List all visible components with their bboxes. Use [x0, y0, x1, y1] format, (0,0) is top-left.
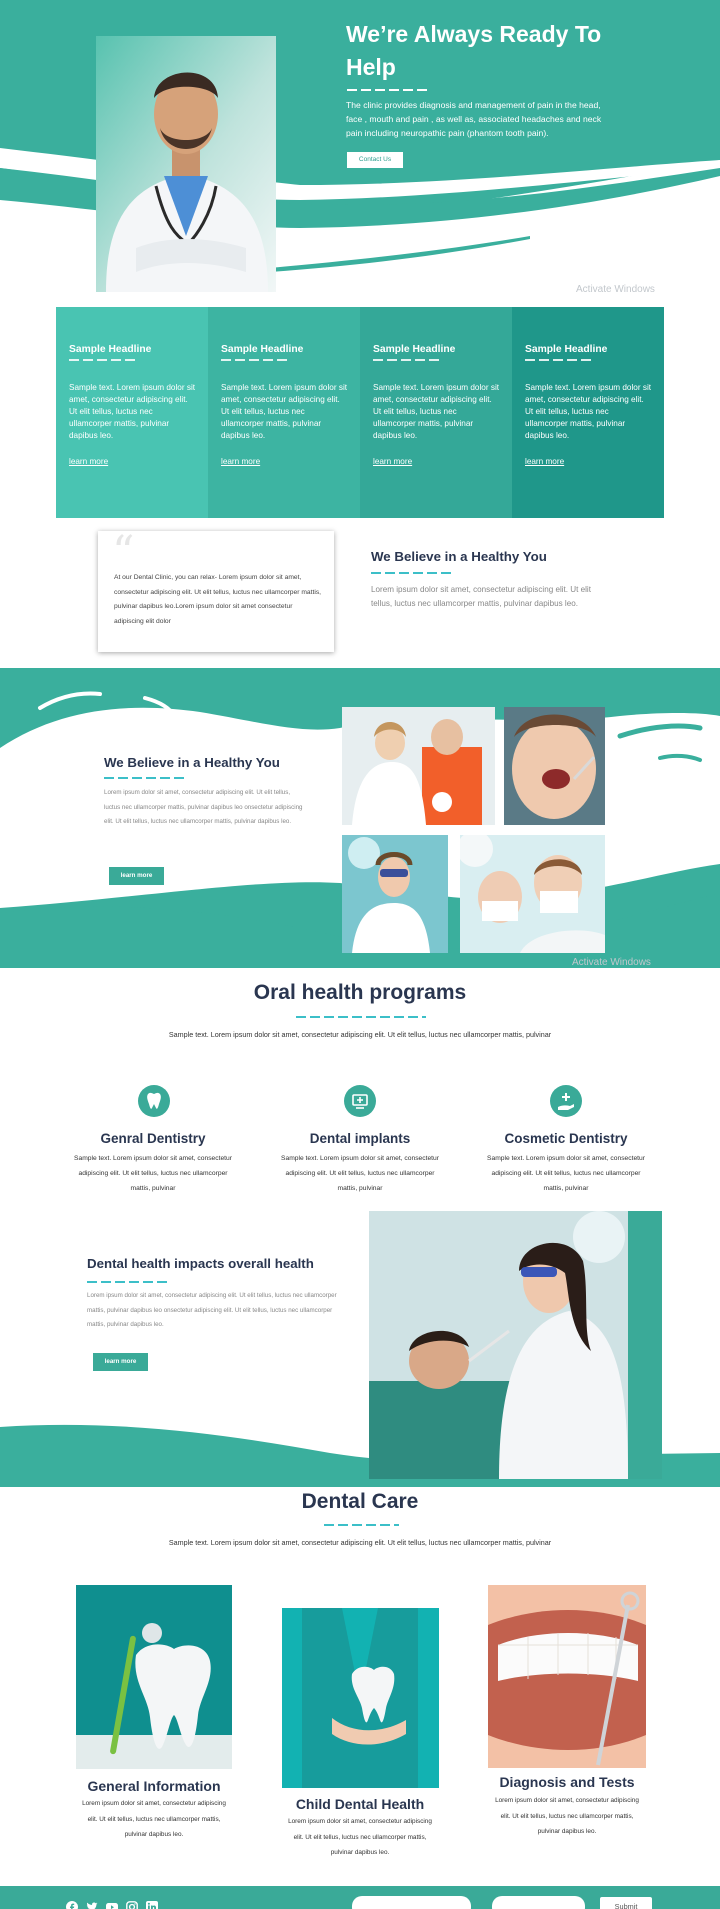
- dentist-treating-patient-photo: [369, 1211, 628, 1479]
- activate-windows-watermark: Activate Windows: [572, 957, 651, 968]
- band-title-underline: [104, 777, 184, 779]
- smile-teeth-photo: [488, 1585, 646, 1768]
- tooth-model-photo: [76, 1585, 232, 1769]
- impact-title: Dental health impacts overall health: [87, 1256, 314, 1271]
- service-text: Sample text. Lorem ipsum dolor sit amet,…: [487, 1155, 645, 1192]
- programs-title: Oral health programs: [253, 981, 467, 1004]
- feature-title: Sample Headline: [525, 344, 608, 355]
- feature-card: Sample Headline Sample text. Lorem ipsum…: [208, 307, 360, 518]
- service-title: Genral Dentistry: [100, 1131, 206, 1146]
- dentists-masks-photo: [460, 835, 605, 953]
- feature-text: Sample text. Lorem ipsum dolor sit amet,…: [69, 383, 196, 440]
- feature-title: Sample Headline: [373, 344, 456, 355]
- hand-medical-icon: [550, 1085, 582, 1117]
- photo-illustration: [504, 707, 605, 825]
- feature-learn-more-link[interactable]: learn more: [69, 457, 108, 466]
- impact-underline: [87, 1281, 167, 1283]
- care-item-title: Child Dental Health: [295, 1796, 425, 1812]
- impact-text: Lorem ipsum dolor sit amet, consectetur …: [87, 1292, 337, 1329]
- linkedin-icon[interactable]: [146, 1901, 158, 1909]
- hero-title-underline: [347, 89, 427, 91]
- feature-card: Sample Headline Sample text. Lorem ipsum…: [512, 307, 664, 518]
- dentist-woman-photo: [342, 835, 448, 953]
- service-text: Sample text. Lorem ipsum dolor sit amet,…: [281, 1155, 439, 1192]
- care-title: Dental Care: [301, 1490, 419, 1513]
- care-item-title: General Information: [87, 1778, 221, 1794]
- band-title: We Believe in a Healthy You: [104, 755, 280, 770]
- believe-title: We Believe in a Healthy You: [371, 549, 547, 564]
- impact-learn-more-button[interactable]: learn more: [93, 1353, 148, 1371]
- feature-text: Sample text. Lorem ipsum dolor sit amet,…: [373, 383, 500, 440]
- hero-description: The clinic provides diagnosis and manage…: [346, 100, 602, 138]
- programs-subtitle: Sample text. Lorem ipsum dolor sit amet,…: [168, 1030, 552, 1039]
- photo-illustration: [342, 835, 448, 953]
- photo-illustration: [342, 707, 495, 825]
- feature-title: Sample Headline: [69, 344, 152, 355]
- feature-learn-more-link[interactable]: learn more: [373, 457, 412, 466]
- feature-text: Sample text. Lorem ipsum dolor sit amet,…: [221, 383, 348, 440]
- care-subtitle: Sample text. Lorem ipsum dolor sit amet,…: [168, 1538, 552, 1547]
- features-row: Sample Headline Sample text. Lorem ipsum…: [56, 307, 664, 518]
- band-text: Lorem ipsum dolor sit amet, consectetur …: [104, 789, 303, 826]
- feature-underline: [525, 359, 591, 361]
- doctor-photo: [96, 36, 276, 292]
- photo-illustration: [460, 835, 605, 953]
- impact-photo-frame: [369, 1211, 662, 1479]
- photo-illustration: [488, 1585, 646, 1768]
- feature-learn-more-link[interactable]: learn more: [221, 457, 260, 466]
- activate-windows-watermark: Activate Windows: [576, 284, 655, 295]
- testimonial-text: At our Dental Clinic, you can relax- Lor…: [114, 574, 322, 625]
- care-item-text: Lorem ipsum dolor sit amet, consectetur …: [495, 1797, 639, 1835]
- contact-us-button[interactable]: Contact Us: [347, 152, 403, 168]
- dentist-with-child-photo: [342, 707, 495, 825]
- programs-underline: [296, 1016, 426, 1018]
- doctor-illustration: [96, 36, 276, 292]
- feature-text: Sample text. Lorem ipsum dolor sit amet,…: [525, 383, 652, 440]
- photo-illustration: [76, 1585, 232, 1769]
- care-item-title: Diagnosis and Tests: [499, 1774, 635, 1790]
- twitter-icon[interactable]: [86, 1901, 98, 1909]
- newsletter-email-input[interactable]: [492, 1896, 585, 1909]
- service-title: Cosmetic Dentistry: [504, 1131, 628, 1146]
- hand-holding-tooth-photo: [282, 1608, 439, 1788]
- newsletter-name-input[interactable]: [352, 1896, 471, 1909]
- care-underline: [324, 1524, 399, 1526]
- care-item-text: Lorem ipsum dolor sit amet, consectetur …: [288, 1818, 432, 1856]
- feature-card: Sample Headline Sample text. Lorem ipsum…: [360, 307, 512, 518]
- photo-illustration: [282, 1608, 439, 1788]
- care-item-text: Lorem ipsum dolor sit amet, consectetur …: [82, 1800, 226, 1838]
- feature-underline: [373, 359, 439, 361]
- feature-title: Sample Headline: [221, 344, 304, 355]
- believe-text: Lorem ipsum dolor sit amet, consectetur …: [371, 585, 591, 608]
- feature-card: Sample Headline Sample text. Lorem ipsum…: [56, 307, 208, 518]
- hero-section: We’re Always Ready To Help The clinic pr…: [0, 0, 720, 300]
- service-text: Sample text. Lorem ipsum dolor sit amet,…: [74, 1155, 232, 1192]
- hero-title: We’re Always Ready To Help: [346, 21, 602, 80]
- facebook-icon[interactable]: [66, 1901, 78, 1909]
- child-dental-exam-photo: [504, 707, 605, 825]
- feature-underline: [69, 359, 135, 361]
- monitor-plus-icon: [344, 1085, 376, 1117]
- submit-button[interactable]: Submit: [600, 1897, 652, 1909]
- feature-learn-more-link[interactable]: learn more: [525, 457, 564, 466]
- believe-underline: [371, 572, 451, 574]
- feature-underline: [221, 359, 287, 361]
- tooth-icon: [138, 1085, 170, 1117]
- youtube-icon[interactable]: [106, 1901, 118, 1909]
- service-title: Dental implants: [309, 1131, 411, 1146]
- band-learn-more-button[interactable]: learn more: [109, 867, 164, 885]
- testimonial-card: “ At our Dental Clinic, you can relax- L…: [98, 527, 334, 652]
- instagram-icon[interactable]: [126, 1901, 138, 1909]
